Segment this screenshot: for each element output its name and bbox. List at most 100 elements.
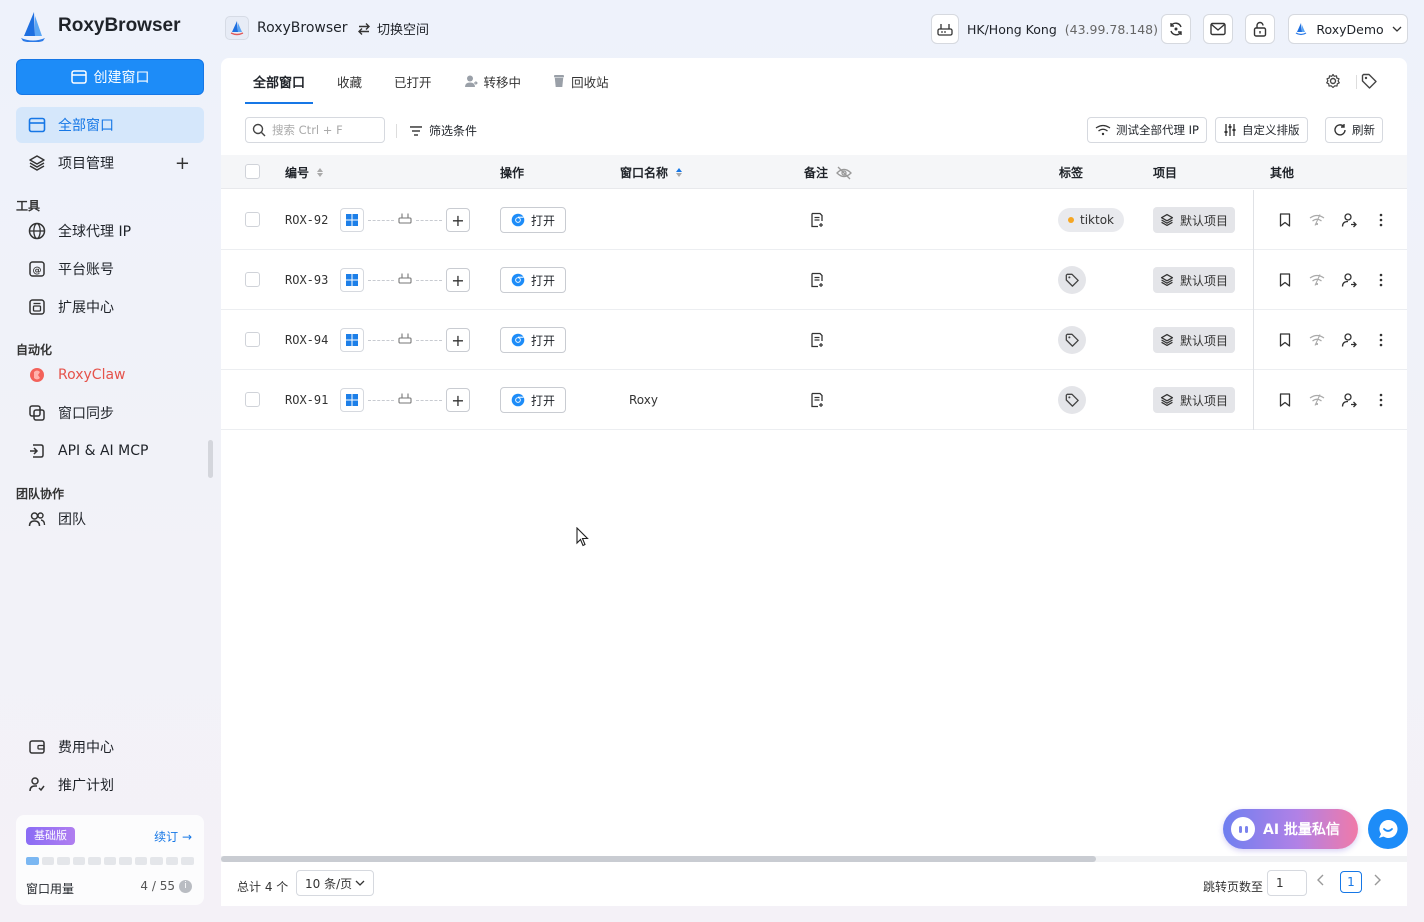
sidebar-item-roxyclaw[interactable]: RoxyClaw (16, 357, 204, 393)
more-actions-button[interactable] (1371, 330, 1391, 350)
note-add-icon[interactable] (809, 212, 825, 228)
user-menu[interactable]: RoxyDemo (1288, 14, 1408, 44)
tab-recycle-bin[interactable]: 回收站 (545, 58, 617, 104)
prev-page-button[interactable] (1317, 874, 1325, 889)
table-row[interactable]: ROX-91 + 打开 Roxy 默认项目 (221, 370, 1407, 430)
horizontal-scrollbar[interactable] (221, 856, 1407, 862)
next-page-button[interactable] (1373, 874, 1381, 889)
project-pill[interactable]: 默认项目 (1153, 267, 1236, 293)
tab-favorites[interactable]: 收藏 (329, 58, 370, 104)
add-tag-button[interactable] (1058, 326, 1086, 354)
note-add-icon[interactable] (809, 332, 825, 348)
add-project-icon[interactable]: + (175, 153, 190, 174)
add-proxy-button[interactable]: + (446, 328, 470, 352)
sidebar-item-proxy[interactable]: 全球代理 IP (16, 213, 204, 249)
project-pill[interactable]: 默认项目 (1153, 327, 1236, 353)
more-actions-button[interactable] (1371, 270, 1391, 290)
sidebar-item-all-windows[interactable]: 全部窗口 (16, 107, 204, 143)
bookmark-button[interactable] (1275, 330, 1295, 350)
proxy-status[interactable] (398, 332, 412, 348)
col-name[interactable]: 窗口名称 (620, 164, 683, 181)
transfer-button[interactable] (1339, 390, 1359, 410)
row-checkbox[interactable] (245, 212, 260, 227)
sidebar-item-billing[interactable]: 费用中心 (16, 729, 204, 765)
proxy-test-button[interactable] (1307, 210, 1327, 230)
filter-button[interactable]: 筛选条件 (409, 122, 477, 139)
os-badge[interactable] (340, 208, 364, 232)
note-add-icon[interactable] (809, 392, 825, 408)
sidebar-item-projects[interactable]: 项目管理 + (16, 145, 204, 181)
tab-transferring[interactable]: 转移中 (456, 58, 530, 104)
project-pill[interactable]: 默认项目 (1153, 387, 1236, 413)
row-checkbox[interactable] (245, 272, 260, 287)
add-proxy-button[interactable]: + (446, 208, 470, 232)
current-proxy[interactable]: HK/Hong Kong (43.99.78.148) (931, 14, 1158, 44)
eye-off-icon[interactable] (836, 166, 852, 180)
more-actions-button[interactable] (1371, 210, 1391, 230)
project-pill[interactable]: 默认项目 (1153, 207, 1236, 233)
bookmark-button[interactable] (1275, 270, 1295, 290)
sidebar-item-accounts[interactable]: @ 平台账号 (16, 251, 204, 287)
proxy-status[interactable] (398, 392, 412, 408)
tag-manager-button[interactable] (1361, 73, 1377, 93)
open-window-button[interactable]: 打开 (500, 327, 566, 353)
lock-button[interactable] (1245, 14, 1275, 44)
table-row[interactable]: ROX-92 + 打开 tiktok 默认项目 (221, 190, 1407, 250)
note-add-icon[interactable] (809, 272, 825, 288)
tab-opened[interactable]: 已打开 (386, 58, 440, 104)
os-badge[interactable] (340, 268, 364, 292)
row-checkbox[interactable] (245, 332, 260, 347)
sort-icon[interactable] (676, 168, 683, 177)
open-window-button[interactable]: 打开 (500, 387, 566, 413)
proxy-status[interactable] (398, 212, 412, 228)
scrollbar-thumb[interactable] (221, 856, 1096, 862)
create-window-button[interactable]: 创建窗口 (16, 59, 204, 95)
tag-pill[interactable]: tiktok (1058, 208, 1124, 232)
jump-page-input[interactable]: 1 (1267, 870, 1307, 896)
column-settings-button[interactable] (1325, 73, 1341, 93)
messages-button[interactable] (1203, 14, 1233, 44)
page-number-current[interactable]: 1 (1340, 871, 1362, 893)
sidebar-scrollbar[interactable] (208, 440, 213, 478)
sidebar-item-api[interactable]: API & AI MCP (16, 433, 204, 469)
refresh-button[interactable]: 刷新 (1325, 117, 1383, 143)
open-window-button[interactable]: 打开 (500, 267, 566, 293)
test-all-proxies-button[interactable]: 测试全部代理 IP (1087, 117, 1207, 143)
renew-link[interactable]: 续订 → (154, 828, 192, 845)
bookmark-button[interactable] (1275, 390, 1295, 410)
add-proxy-button[interactable]: + (446, 388, 470, 412)
add-proxy-button[interactable]: + (446, 268, 470, 292)
info-icon[interactable]: i (179, 879, 192, 893)
table-row[interactable]: ROX-94 + 打开 默认项目 (221, 310, 1407, 370)
bookmark-button[interactable] (1275, 210, 1295, 230)
row-checkbox[interactable] (245, 392, 260, 407)
proxy-test-button[interactable] (1307, 390, 1327, 410)
add-tag-button[interactable] (1058, 386, 1086, 414)
transfer-button[interactable] (1339, 270, 1359, 290)
custom-layout-button[interactable]: 自定义排版 (1215, 117, 1308, 143)
proxy-test-button[interactable] (1307, 270, 1327, 290)
proxy-test-button[interactable] (1307, 330, 1327, 350)
sidebar-item-extensions[interactable]: 扩展中心 (16, 289, 204, 325)
transfer-button[interactable] (1339, 330, 1359, 350)
sidebar-item-window-sync[interactable]: 窗口同步 (16, 395, 204, 431)
select-all-checkbox[interactable] (245, 164, 260, 179)
sidebar-item-team[interactable]: 团队 (16, 501, 204, 537)
open-window-button[interactable]: 打开 (500, 207, 566, 233)
search-box[interactable] (245, 117, 385, 143)
tab-all-windows[interactable]: 全部窗口 (245, 58, 314, 104)
table-row[interactable]: ROX-93 + 打开 默认项目 (221, 250, 1407, 310)
col-code[interactable]: 编号 (285, 164, 324, 181)
app-logo[interactable]: RoxyBrowser (18, 10, 181, 42)
proxy-status[interactable] (398, 272, 412, 288)
os-badge[interactable] (340, 328, 364, 352)
ai-bulk-message-button[interactable]: AI 批量私信 (1223, 809, 1358, 849)
more-actions-button[interactable] (1371, 390, 1391, 410)
add-tag-button[interactable] (1058, 266, 1086, 294)
sort-icon[interactable] (317, 168, 324, 177)
transfer-button[interactable] (1339, 210, 1359, 230)
page-size-select[interactable]: 10 条/页 (296, 870, 374, 896)
support-chat-button[interactable] (1368, 809, 1408, 849)
os-badge[interactable] (340, 388, 364, 412)
sidebar-item-promotion[interactable]: 推广计划 (16, 767, 204, 803)
